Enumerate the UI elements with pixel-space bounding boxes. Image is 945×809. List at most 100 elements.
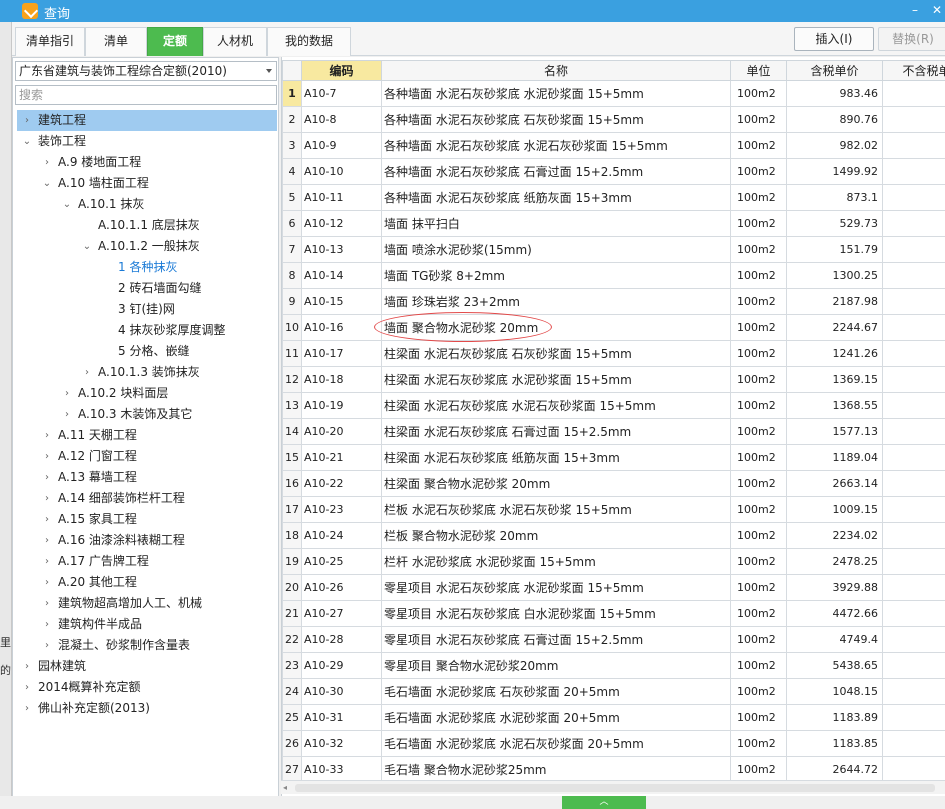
table-row[interactable]: 10A10-16墙面 聚合物水泥砂浆 20mm100m22244.672119 [282,314,945,341]
table-row[interactable]: 22 A10-28 零星项目 水泥石灰砂浆底 石膏过面 15+2.5mm 100m2 4… [282,626,945,653]
expanded-chevron-icon[interactable]: ⌄ [81,236,93,257]
tree-item[interactable]: › 混凝土、砂浆制作含量表 [13,635,278,656]
column-header-unit[interactable]: 单位 [730,60,787,81]
tree-item[interactable]: › A.13 幕墙工程 [13,467,278,488]
collapsed-chevron-icon[interactable]: › [41,551,53,572]
table-row[interactable]: 26 A10-32 毛石墙面 水泥砂浆底 水泥石灰砂浆面 20+5mm 100m2 11… [282,730,945,757]
collapsed-chevron-icon[interactable]: › [21,698,33,719]
tree-item[interactable]: › 佛山补充定额(2013) [13,698,278,719]
replace-button[interactable]: 替换(R) [878,27,945,51]
table-row[interactable]: 2 A10-8 各种墙面 水泥石灰砂浆底 石灰砂浆面 15+5mm 100m2 890.… [282,106,945,133]
collapsed-chevron-icon[interactable]: › [21,110,33,131]
table-row[interactable]: 8A10-14墙面 TG砂浆 8+2mm100m21300.251720 [282,262,945,289]
tree-item[interactable]: ⌄ A.10.1 抹灰 [13,194,278,215]
tree-item[interactable]: › A.10.2 块料面层 [13,383,278,404]
table-row[interactable]: 12 A10-18 柱梁面 水泥石灰砂浆底 水泥砂浆面 15+5mm 100m2 136… [282,366,945,393]
table-row[interactable]: 9A10-15墙面 珍珠岩浆 23+2mm100m22187.982066 [282,288,945,315]
collapsed-chevron-icon[interactable]: › [41,152,53,173]
insert-button[interactable]: 插入(I) [794,27,874,51]
table-row[interactable]: 11 A10-17 柱梁面 水泥石灰砂浆底 石灰砂浆面 15+5mm 100m2 124… [282,340,945,367]
table-row[interactable]: 13 A10-19 柱梁面 水泥石灰砂浆底 水泥石灰砂浆面 15+5mm 100m2 1… [282,392,945,419]
tree-item[interactable]: › A.10.1.3 装饰抹灰 [13,362,278,383]
expanded-chevron-icon[interactable]: ⌄ [61,194,73,215]
tree-item[interactable]: ⌄ A.10 墙柱面工程 [13,173,278,194]
table-row[interactable]: 14 A10-20 柱梁面 水泥石灰砂浆底 石膏过面 15+2.5mm 100m2 15… [282,418,945,445]
table-row[interactable]: 4 A10-10 各种墙面 水泥石灰砂浆底 石膏过面 15+2.5mm 100m2 14… [282,158,945,185]
collapsed-chevron-icon[interactable]: › [21,677,33,698]
tree-item[interactable]: 4 抹灰砂浆厚度调整 [13,320,278,341]
table-row[interactable]: 7A10-13墙面 喷涂水泥砂浆(15mm)100m2151.79154 [282,236,945,263]
scrollbar-thumb[interactable] [295,784,935,792]
column-header-code[interactable]: 编码 [301,60,382,81]
table-row[interactable]: 24 A10-30 毛石墙面 水泥砂浆底 石灰砂浆面 20+5mm 100m2 1048… [282,678,945,705]
table-row[interactable]: 6A10-12墙面 抹平扫白100m2529.73533 [282,210,945,237]
collapse-panel-handle[interactable]: ︿ [562,796,646,809]
expanded-chevron-icon[interactable]: ⌄ [41,173,53,194]
collapsed-chevron-icon[interactable]: › [21,656,33,677]
collapsed-chevron-icon[interactable]: › [41,572,53,593]
tree-item[interactable]: › A.14 细部装饰栏杆工程 [13,488,278,509]
tree-item[interactable]: › A.16 油漆涂料裱糊工程 [13,530,278,551]
collapsed-chevron-icon[interactable]: › [41,614,53,635]
tree-item[interactable]: A.10.1.1 底层抹灰 [13,215,278,236]
tree-item[interactable]: ⌄ A.10.1.2 一般抹灰 [13,236,278,257]
table-row[interactable]: 25 A10-31 毛石墙面 水泥砂浆底 水泥砂浆面 20+5mm 100m2 1183… [282,704,945,731]
table-row[interactable]: 19 A10-25 栏杆 水泥砂浆底 水泥砂浆面 15+5mm 100m2 2478.2… [282,548,945,575]
expanded-chevron-icon[interactable]: ⌄ [21,131,33,152]
tree-item[interactable]: › A.20 其他工程 [13,572,278,593]
column-header-price-with-tax[interactable]: 含税单价 [786,60,883,81]
table-row[interactable]: 3 A10-9 各种墙面 水泥石灰砂浆底 水泥石灰砂浆面 15+5mm 100m2 98… [282,132,945,159]
tree-item[interactable]: › A.15 家具工程 [13,509,278,530]
collapsed-chevron-icon[interactable]: › [41,446,53,467]
column-header-name[interactable]: 名称 [381,60,731,81]
horizontal-scrollbar[interactable]: ◂ [281,780,945,794]
tree-item[interactable]: › 建筑物超高增加人工、机械 [13,593,278,614]
tree-item[interactable]: 2 砖石墙面勾缝 [13,278,278,299]
table-row[interactable]: 5 A10-11 各种墙面 水泥石灰砂浆底 纸筋灰面 15+3mm 100m2 873.… [282,184,945,211]
table-row[interactable]: 17 A10-23 栏板 水泥石灰砂浆底 水泥石灰砂浆 15+5mm 100m2 100… [282,496,945,523]
tree-item[interactable]: 1 各种抹灰 [13,257,278,278]
minimize-button[interactable]: – [906,1,924,19]
tree-item[interactable]: › A.17 广告牌工程 [13,551,278,572]
collapsed-chevron-icon[interactable]: › [61,383,73,404]
tab-bill-guide[interactable]: 清单指引 [15,27,85,56]
table-row[interactable]: 15 A10-21 柱梁面 水泥石灰砂浆底 纸筋灰面 15+3mm 100m2 1189… [282,444,945,471]
collapsed-chevron-icon[interactable]: › [41,593,53,614]
close-button[interactable]: ✕ [928,1,945,19]
tree-item[interactable]: › A.12 门窗工程 [13,446,278,467]
tree-item[interactable]: 3 钉(挂)网 [13,299,278,320]
tab-bill[interactable]: 清单 [85,27,147,56]
table-row[interactable]: 21 A10-27 零星项目 水泥石灰砂浆底 白水泥砂浆面 15+5mm 100m2 4… [282,600,945,627]
collapsed-chevron-icon[interactable]: › [81,362,93,383]
column-header-price-without-tax[interactable]: 不含税单价 [882,60,945,81]
tab-quota[interactable]: 定额 [147,27,203,56]
tree-item[interactable]: › 园林建筑 [13,656,278,677]
table-row[interactable]: 23A10-29零星项目 聚合物水泥砂浆20mm100m25438.655369 [282,652,945,679]
tree-item[interactable]: 5 分格、嵌缝 [13,341,278,362]
collapsed-chevron-icon[interactable]: › [41,635,53,656]
collapsed-chevron-icon[interactable]: › [61,404,73,425]
tree-item[interactable]: › A.11 天棚工程 [13,425,278,446]
table-row[interactable]: 20 A10-26 零星项目 水泥石灰砂浆底 水泥砂浆面 15+5mm 100m2 39… [282,574,945,601]
tree-item[interactable]: › A.9 楼地面工程 [13,152,278,173]
table-row[interactable]: 1 A10-7 各种墙面 水泥石灰砂浆底 水泥砂浆面 15+5mm 100m2 983.… [282,80,945,107]
collapsed-chevron-icon[interactable]: › [41,425,53,446]
search-input[interactable] [15,85,277,105]
table-row[interactable]: 27A10-33毛石墙 聚合物水泥砂浆25mm100m22644.722505 [282,756,945,783]
collapsed-chevron-icon[interactable]: › [41,530,53,551]
tree-item[interactable]: › 2014概算补充定额 [13,677,278,698]
tree-item[interactable]: ⌄ 装饰工程 [13,131,278,152]
table-row[interactable]: 16A10-22柱梁面 聚合物水泥砂浆 20mm100m22663.142545 [282,470,945,497]
tree-item[interactable]: › 建筑工程 [17,110,277,131]
tab-labor-material[interactable]: 人材机 [203,27,267,56]
quota-name-cell: 各种墙面 水泥石灰砂浆底 水泥石灰砂浆面 15+5mm [381,132,731,159]
tab-my-data[interactable]: 我的数据 [267,27,351,56]
scroll-left-icon[interactable]: ◂ [283,783,293,793]
collapsed-chevron-icon[interactable]: › [41,509,53,530]
tree-item[interactable]: › 建筑构件半成品 [13,614,278,635]
collapsed-chevron-icon[interactable]: › [41,488,53,509]
library-select[interactable]: 广东省建筑与装饰工程综合定额(2010) [15,61,277,81]
table-row[interactable]: 18A10-24栏板 聚合物水泥砂浆 20mm100m22234.022114 [282,522,945,549]
tree-item[interactable]: › A.10.3 木装饰及其它 [13,404,278,425]
collapsed-chevron-icon[interactable]: › [41,467,53,488]
